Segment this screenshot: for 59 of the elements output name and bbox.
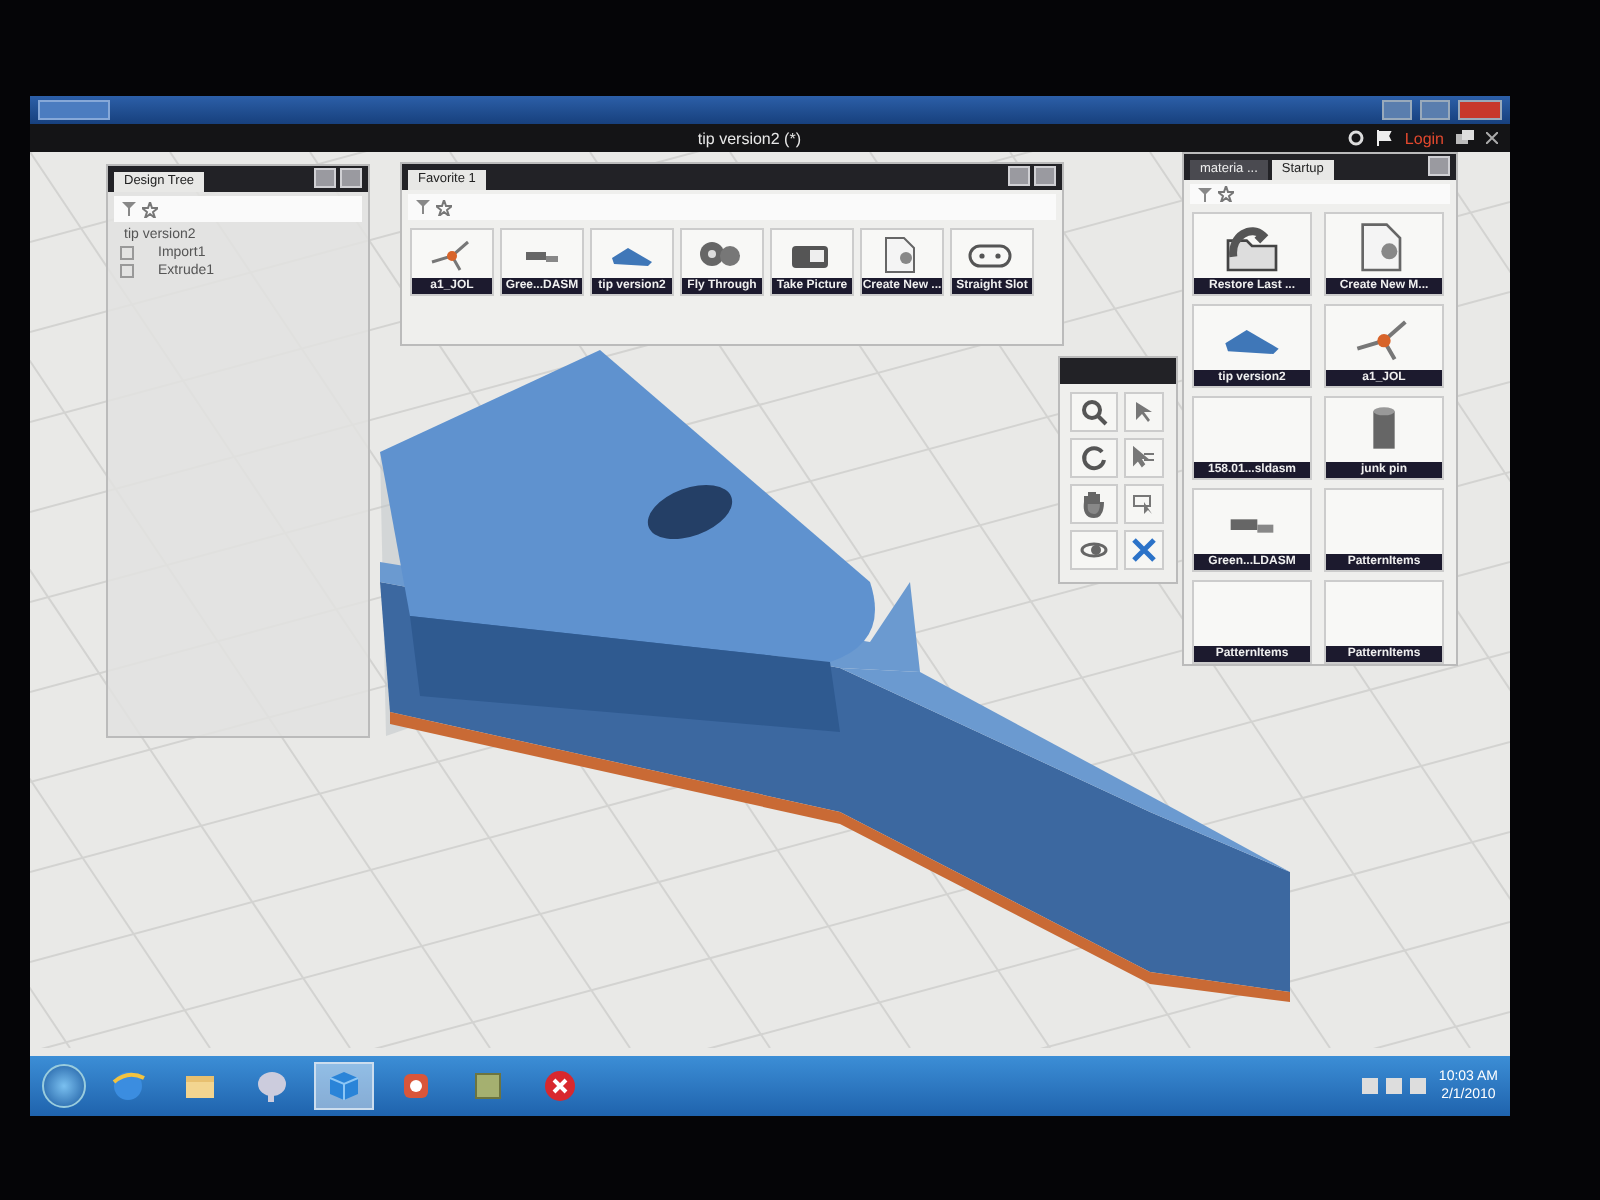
star-icon[interactable] [142,201,158,217]
orbit-icon [1080,538,1108,562]
minimize-button[interactable] [1382,100,1412,120]
folder-icon [186,1076,214,1098]
cube-icon [329,1072,359,1101]
pointers-icon [1132,446,1156,470]
note-icon [475,1073,501,1099]
rotate-tool-button[interactable] [1070,438,1118,478]
pointer-icon [1134,400,1154,424]
filter-icon[interactable] [122,202,136,216]
box-select-button[interactable] [1124,484,1164,524]
film-reel-icon [700,242,740,266]
new-document-icon [885,237,915,273]
panel-button[interactable] [1428,156,1450,176]
browser-icon [112,1072,145,1100]
zoom-tool-button[interactable] [1070,392,1118,432]
panel-button[interactable] [314,168,336,188]
slot-icon [968,244,1012,268]
start-button[interactable] [42,1064,86,1108]
close-icon[interactable] [1486,132,1498,144]
pan-tool-button[interactable] [1070,484,1118,524]
folder-arrow-icon [1226,227,1278,272]
cylinder-part-icon [1373,407,1395,449]
maximize-button[interactable] [1420,100,1450,120]
orbit-tool-button[interactable] [1070,530,1118,570]
camera-icon [792,246,828,268]
bracket-part-icon [1230,519,1274,533]
close-icon [545,1071,575,1101]
tripod-part-icon [430,240,470,272]
panel-button[interactable] [1034,166,1056,186]
star-icon[interactable] [1218,186,1234,202]
media-player-icon [404,1074,428,1098]
panel-button[interactable] [1008,166,1030,186]
hand-icon [1082,490,1106,518]
windows-icon[interactable] [1456,130,1474,146]
settings-icon[interactable] [1348,130,1365,146]
star-icon[interactable] [436,199,452,215]
new-document-icon [1361,223,1402,272]
bracket-part-icon [526,252,558,262]
app-logo [38,100,110,120]
filter-icon[interactable] [416,200,430,214]
palette-header [1060,358,1176,384]
box-pointer-icon [1132,492,1156,516]
wedge-part-icon [1225,330,1279,354]
taskbar-button[interactable] [314,1062,374,1110]
multi-select-button[interactable] [1124,438,1164,478]
flag-icon[interactable] [1376,130,1393,146]
wedge-part-icon [612,248,652,266]
select-tool-button[interactable] [1124,392,1164,432]
rotate-icon [1080,444,1108,472]
filter-icon[interactable] [1198,187,1212,201]
login-link[interactable]: Login [1404,129,1444,147]
delete-button[interactable] [1124,530,1164,570]
magnifier-icon [1080,398,1108,426]
close-button[interactable] [1458,100,1502,120]
x-icon [1132,538,1156,562]
tripod-part-icon [1355,320,1408,362]
panel-button[interactable] [340,168,362,188]
document-title: tip version2 (*) [695,129,803,147]
